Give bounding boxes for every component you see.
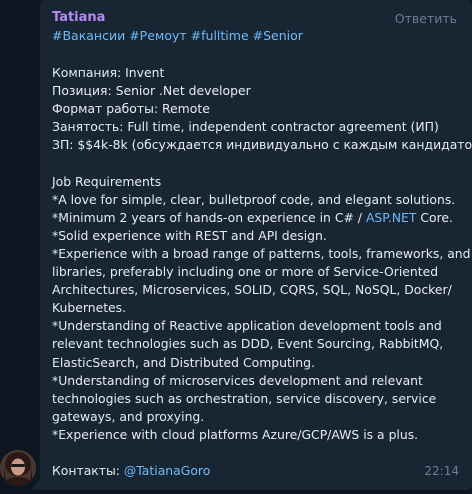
message-bubble[interactable]: Tatiana Ответить #Вакансии #Ремоут #full… bbox=[40, 0, 472, 490]
sender-name[interactable]: Tatiana bbox=[52, 9, 105, 27]
requirement-text: *Minimum 2 years of hands-on experience … bbox=[52, 209, 366, 225]
hashtag-link[interactable]: #Senior bbox=[253, 28, 303, 43]
hashtag-row: #Вакансии #Ремоут #fulltime #Senior bbox=[52, 27, 303, 45]
requirement-line: technologies such as orchestration, serv… bbox=[52, 390, 437, 406]
requirement-line: *Minimum 2 years of hands-on experience … bbox=[52, 209, 464, 227]
requirement-line: Architectures, Microservices, SOLID, CQR… bbox=[52, 282, 452, 298]
requirement-text: Core. bbox=[416, 209, 453, 225]
requirement-line: Kubernetes. bbox=[52, 300, 127, 316]
message-timestamp: 22:14 bbox=[424, 464, 459, 478]
contacts-label: Контакты: bbox=[52, 463, 124, 479]
employment-line: Занятость: Full time, independent contra… bbox=[52, 119, 439, 135]
contacts-line: Контакты: @TatianaGoro bbox=[52, 462, 464, 480]
position-line: Позиция: Senior .Net developer bbox=[52, 83, 251, 99]
contact-handle-link[interactable]: @TatianaGoro bbox=[124, 463, 210, 478]
requirement-line: *Understanding of Reactive application d… bbox=[52, 318, 442, 334]
company-line: Компания: Invent bbox=[52, 65, 165, 80]
hashtag-link[interactable]: #Вакансии bbox=[52, 28, 125, 43]
aspnet-link[interactable]: ASP.NET bbox=[366, 210, 417, 225]
requirement-line: *Experience with cloud platforms Azure/G… bbox=[52, 426, 419, 442]
requirement-line: *Understanding of microservices developm… bbox=[52, 372, 423, 388]
requirements-title: Job Requirements bbox=[52, 173, 162, 189]
requirement-line: *Solid experience with REST and API desi… bbox=[52, 227, 327, 243]
requirement-line: *Experience with a broad range of patter… bbox=[52, 245, 471, 261]
hashtag-link[interactable]: #fulltime bbox=[191, 28, 249, 43]
salary-line: ЗП: $$4k-8k (обсуждается индивидуально с… bbox=[52, 137, 472, 153]
requirement-line: libraries, preferably including one or m… bbox=[52, 264, 439, 280]
reply-button[interactable]: Ответить bbox=[395, 10, 457, 28]
chat-view: Tatiana Ответить #Вакансии #Ремоут #full… bbox=[0, 0, 472, 494]
hashtag-link[interactable]: #Ремоут bbox=[129, 28, 186, 43]
format-line: Формат работы: Remote bbox=[52, 101, 210, 117]
message-text: Компания: Invent Позиция: Senior .Net de… bbox=[52, 64, 472, 480]
requirement-line: *A love for simple, clear, bulletproof c… bbox=[52, 191, 456, 207]
requirement-line: gateways, and proxying. bbox=[52, 408, 205, 424]
requirement-line: relevant technologies such as DDD, Event… bbox=[52, 336, 444, 352]
requirement-line: ElasticSearch, and Distributed Computing… bbox=[52, 354, 315, 370]
